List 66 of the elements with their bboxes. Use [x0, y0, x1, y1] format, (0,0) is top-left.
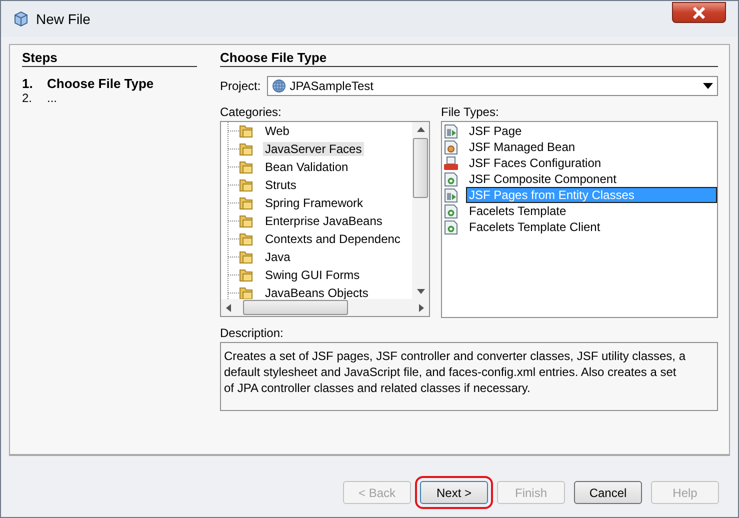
category-item[interactable]: Bean Validation [263, 160, 350, 174]
folder-icon [239, 124, 253, 138]
scroll-up-icon [416, 126, 424, 132]
tree-line-icon [227, 266, 239, 284]
file-type-item[interactable]: JSF Composite Component [466, 171, 717, 187]
category-item[interactable]: Struts [263, 178, 298, 192]
step-label: ... [47, 91, 58, 106]
category-item[interactable]: Web [263, 124, 292, 138]
close-button[interactable] [672, 2, 726, 23]
panel-heading: Choose File Type [220, 45, 718, 67]
tree-line-icon [227, 230, 239, 248]
horizontal-scrollbar[interactable] [221, 299, 429, 316]
window-title: New File [36, 11, 90, 27]
close-icon [692, 6, 706, 18]
tree-line-icon [227, 158, 239, 176]
page-icon [444, 188, 458, 202]
description-label: Description: [220, 326, 284, 341]
step-number: 1. [22, 76, 34, 91]
project-dropdown[interactable]: JPASampleTest [266, 76, 718, 96]
step-label: Choose File Type [47, 76, 154, 91]
folder-icon [239, 268, 253, 282]
cube-icon [13, 11, 29, 27]
file-types-label: File Types: [441, 105, 500, 120]
folder-icon [239, 160, 253, 174]
vertical-scrollbar[interactable] [412, 122, 429, 299]
category-item[interactable]: Contexts and Dependenc [263, 232, 402, 246]
config-file-icon [444, 156, 458, 170]
project-label: Project: [220, 79, 261, 93]
steps-heading: Steps [22, 45, 197, 67]
folder-icon [239, 178, 253, 192]
bean-file-icon [444, 140, 458, 154]
category-item[interactable]: Spring Framework [263, 196, 366, 210]
file-type-item[interactable]: JSF Faces Configuration [466, 155, 717, 171]
globe-icon [272, 79, 286, 93]
categories-label: Categories: [220, 105, 282, 120]
category-item[interactable]: Enterprise JavaBeans [263, 214, 384, 228]
file-type-item[interactable]: JSF Managed Bean [466, 139, 717, 155]
component-file-icon [444, 172, 458, 186]
tree-line-icon [227, 176, 239, 194]
scroll-left-icon [225, 304, 231, 312]
category-item[interactable]: Java [263, 250, 292, 264]
component-file-icon [444, 204, 458, 218]
category-item[interactable]: JavaServer Faces [263, 142, 364, 156]
tree-line-icon [227, 212, 239, 230]
folder-icon [239, 196, 253, 210]
folder-icon [239, 232, 253, 246]
scroll-down-icon [416, 289, 424, 295]
file-type-item[interactable]: Facelets Template [466, 203, 717, 219]
component-file-icon [444, 220, 458, 234]
wizard-button[interactable]: Cancel [574, 481, 642, 504]
tree-line-icon [227, 248, 239, 266]
tree-line-icon [227, 140, 239, 158]
page-icon [444, 124, 458, 138]
scroll-right-icon [419, 304, 425, 312]
tree-line-icon [227, 284, 239, 299]
folder-icon [239, 142, 253, 156]
description-text: Creates a set of JSF pages, JSF controller and converter classes, JSF utility classes, a default stylesheet and JavaScript file, and faces-config.xml entries. Also creates a set of JPA controller classes and related classes if necessary. [220, 342, 718, 411]
step-number: 2. [22, 91, 34, 106]
folder-icon [239, 214, 253, 228]
file-type-item[interactable]: JSF Page [466, 123, 717, 139]
file-type-item[interactable]: Facelets Template Client [466, 219, 717, 235]
tree-line-icon [227, 194, 239, 212]
folder-icon [239, 286, 253, 299]
folder-icon [239, 250, 253, 264]
caret-icon [703, 83, 713, 89]
category-item[interactable]: Swing GUI Forms [263, 268, 362, 282]
